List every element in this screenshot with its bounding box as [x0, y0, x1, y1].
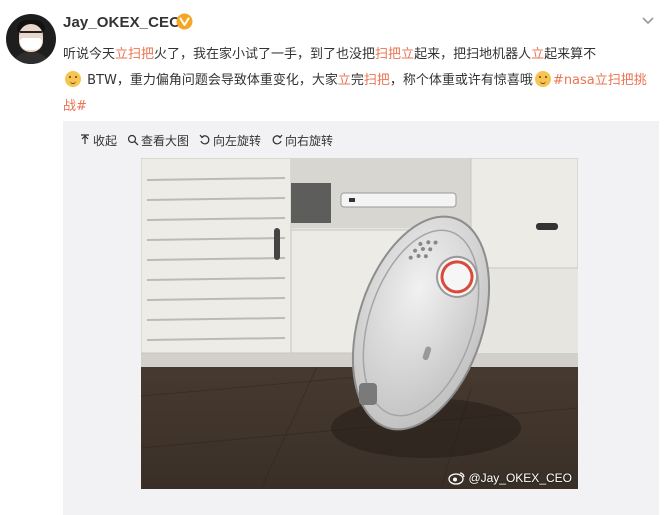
- post-photo[interactable]: @Jay_OKEX_CEO: [141, 158, 578, 489]
- post-text-segment: 完: [350, 73, 364, 88]
- topic-link-li[interactable]: 立: [531, 47, 544, 62]
- rotate-left-label: 向左旋转: [213, 133, 262, 148]
- topic-link-saoba-li[interactable]: 扫把立: [375, 47, 414, 62]
- view-large-label: 查看大图: [141, 133, 190, 148]
- doge-emoji-icon: [534, 71, 551, 87]
- avatar-glasses: [20, 31, 42, 37]
- post-text-segment: 听说今天: [63, 47, 116, 62]
- post-text-segment: 起来，把扫地机器人: [414, 47, 532, 62]
- collapse-button[interactable]: 收起: [79, 132, 117, 149]
- watermark-text: @Jay_OKEX_CEO: [468, 471, 572, 485]
- post-text: 听说今天立扫把火了，我在家小试了一手，到了也没把扫把立起来，把扫地机器人立起来算…: [63, 42, 659, 120]
- username[interactable]: Jay_OKEX_CEO: [63, 14, 181, 31]
- media-toolbar: 收起 查看大图 向左旋转 向右旋转: [79, 131, 333, 149]
- arrow-up-icon: [81, 134, 89, 144]
- watermark: @Jay_OKEX_CEO: [448, 471, 572, 485]
- post-text-segment: ，称个体重或许有惊喜哦: [389, 73, 533, 88]
- topic-link-saoba[interactable]: 扫把: [364, 73, 390, 88]
- chevron-down-icon[interactable]: [640, 14, 656, 28]
- weibo-logo-icon: [448, 472, 466, 485]
- rotate-right-button[interactable]: 向右旋转: [271, 132, 333, 149]
- doge-emoji-icon: [65, 71, 81, 87]
- avatar[interactable]: [6, 14, 56, 64]
- rotate-right-label: 向右旋转: [285, 133, 334, 148]
- view-large-button[interactable]: 查看大图: [127, 132, 189, 149]
- post-text-segment: 起来算不: [544, 47, 597, 62]
- rotate-left-button[interactable]: 向左旋转: [199, 132, 261, 149]
- topic-link-li-2[interactable]: 立: [338, 73, 351, 88]
- topic-link-li-saoba[interactable]: 立扫把: [115, 47, 154, 62]
- avatar-mask: [20, 38, 42, 50]
- collapse-label: 收起: [93, 133, 118, 148]
- post-text-segment: 火了，我在家小试了一手，到了也没把: [154, 47, 376, 62]
- avatar-shirt: [11, 52, 51, 64]
- verified-v-badge-icon: [176, 13, 193, 30]
- search-icon: [127, 134, 139, 146]
- post-text-segment: BTW，重力偏角问题会导致体重变化，大家: [83, 73, 338, 88]
- rotate-right-icon: [272, 134, 283, 145]
- media-box: 收起 查看大图 向左旋转 向右旋转 @Jay_OKEX_CEO: [63, 121, 659, 515]
- rotate-left-icon: [199, 134, 210, 145]
- robot-vacuum-photo: [141, 158, 578, 489]
